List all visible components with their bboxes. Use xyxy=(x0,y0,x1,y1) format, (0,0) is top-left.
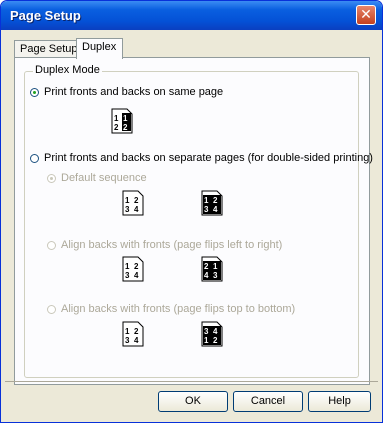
radio-default-sequence[interactable]: Default sequence xyxy=(47,172,147,184)
page-digit: 1 xyxy=(204,336,209,345)
close-button[interactable]: ✕ xyxy=(356,5,376,25)
page-digit: 2 xyxy=(134,262,139,271)
page-digit: 2 xyxy=(134,196,139,205)
radio-dot-checked xyxy=(30,87,39,97)
group-label: Duplex Mode xyxy=(33,64,102,76)
page-icon-same-page: 1 1 2 2 xyxy=(111,108,133,134)
radio-label: Align backs with fronts (page flips top … xyxy=(61,303,296,315)
button-separator xyxy=(5,381,378,382)
page-icon-default-front: 1 2 3 4 xyxy=(122,190,144,216)
page-digit: 1 xyxy=(123,114,128,123)
page-digit: 4 xyxy=(213,327,218,336)
radio-dot-checked xyxy=(47,173,56,183)
page-digit: 1 xyxy=(204,196,209,205)
page-digit: 2 xyxy=(213,336,218,345)
page-digit: 4 xyxy=(134,336,139,345)
page-digit: 2 xyxy=(204,262,209,271)
page-setup-dialog: Page Setup ✕ Page Setup Duplex Duplex Mo… xyxy=(0,0,383,423)
radio-dot xyxy=(30,153,39,163)
page-icon-lr-front: 1 2 3 4 xyxy=(122,256,144,282)
radio-dot xyxy=(47,240,56,250)
page-digit: 2 xyxy=(123,123,128,132)
radio-align-top-bottom[interactable]: Align backs with fronts (page flips top … xyxy=(47,303,295,315)
page-digit: 2 xyxy=(114,123,119,132)
duplex-mode-group: Duplex Mode Print fronts and backs on sa… xyxy=(24,64,373,378)
radio-same-page[interactable]: Print fronts and backs on same page xyxy=(30,86,223,98)
page-digit: 1 xyxy=(125,262,130,271)
page-digit: 1 xyxy=(125,196,130,205)
page-digit: 3 xyxy=(204,327,209,336)
radio-label: Default sequence xyxy=(61,172,147,184)
cancel-button[interactable]: Cancel xyxy=(233,391,303,412)
page-digit: 1 xyxy=(114,114,119,123)
radio-label: Align backs with fronts (page flips left… xyxy=(61,239,283,251)
page-digit: 1 xyxy=(125,327,130,336)
page-icon-default-back: 1 2 3 4 xyxy=(201,190,223,216)
page-digit: 2 xyxy=(213,196,218,205)
page-digit: 4 xyxy=(213,205,218,214)
window-title: Page Setup xyxy=(10,8,81,23)
tab-page-setup[interactable]: Page Setup xyxy=(14,40,78,58)
radio-dot xyxy=(47,304,56,314)
title-bar[interactable]: Page Setup ✕ xyxy=(1,1,382,30)
page-digit: 1 xyxy=(213,262,218,271)
button-bar: OK Cancel Help xyxy=(1,387,382,422)
page-icon-tb-front: 1 2 3 4 xyxy=(122,321,144,347)
page-digit: 3 xyxy=(125,271,130,280)
page-digit: 4 xyxy=(204,271,209,280)
close-icon: ✕ xyxy=(360,7,372,23)
radio-label: Print fronts and backs on same page xyxy=(44,86,224,98)
radio-align-left-right[interactable]: Align backs with fronts (page flips left… xyxy=(47,239,282,251)
tab-duplex[interactable]: Duplex xyxy=(76,38,123,59)
page-icon-tb-back: 3 4 1 2 xyxy=(201,321,223,347)
radio-label: Print fronts and backs on separate pages… xyxy=(44,152,373,164)
page-digit: 3 xyxy=(125,205,130,214)
page-digit: 3 xyxy=(213,271,218,280)
page-digit: 3 xyxy=(125,336,130,345)
page-digit: 3 xyxy=(204,205,209,214)
page-digit: 4 xyxy=(134,271,139,280)
ok-button[interactable]: OK xyxy=(158,391,228,412)
page-digit: 2 xyxy=(134,327,139,336)
duplex-panel: Duplex Mode Print fronts and backs on sa… xyxy=(14,57,373,385)
radio-separate-pages[interactable]: Print fronts and backs on separate pages… xyxy=(30,152,373,164)
help-button[interactable]: Help xyxy=(308,391,371,412)
page-digit: 4 xyxy=(134,205,139,214)
page-icon-lr-back: 2 1 4 3 xyxy=(201,256,223,282)
